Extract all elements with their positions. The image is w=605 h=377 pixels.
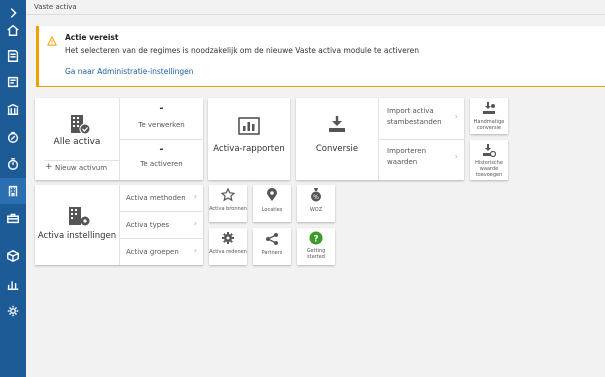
woz-tile[interactable]: % WOZ [297,185,335,222]
chevron-right-icon: › [454,112,458,121]
asset-types-label: Activa types [126,221,170,229]
locations-tile[interactable]: Locaties [253,185,291,222]
to-activate-tile[interactable]: - Te activeren [120,140,203,180]
conversion-tile[interactable]: Conversie [296,98,378,180]
manual-download-icon [483,102,495,114]
asset-settings-title: Activa instellingen [37,231,117,241]
gear-icon[interactable] [0,298,26,324]
to-process-tile[interactable]: - Te verwerken [120,98,203,139]
admin-settings-link[interactable]: Ga naar Administratie-instellingen [65,67,194,76]
assets-card: Alle activa + Nieuw activum - Te verwerk… [35,98,203,180]
chevron-right-icon: › [193,246,197,255]
alert-message: Het selecteren van de regimes is noodzak… [65,46,419,55]
chart-icon[interactable] [0,271,26,297]
chevron-right-icon: › [193,192,197,201]
cube-icon[interactable] [0,243,26,269]
cog-icon [222,232,234,244]
woz-label: WOZ [309,207,323,213]
main-content: Vaste activa Actie vereist Het selectere… [26,0,605,377]
percent-icon[interactable] [0,124,26,150]
asset-settings-tile[interactable]: Activa instellingen [35,185,119,265]
to-process-count: - [159,103,164,114]
getting-started-label: Getting started [306,248,326,260]
asset-methods-label: Activa methoden [126,194,186,202]
import-values-label: Importeren waarden [387,147,427,166]
asset-sources-tile[interactable]: Activa bronnen [209,185,247,222]
asset-reports-title: Activa-rapporten [213,144,285,154]
building-gear-icon [69,207,90,226]
help-icon: ? [309,231,323,245]
bank-icon[interactable] [0,96,26,122]
conversion-card: Conversie Import activa stambestanden › … [296,98,464,180]
report-chart-icon [238,117,260,135]
header-divider [26,14,605,15]
getting-started-tile[interactable]: ? Getting started [297,228,335,265]
import-base-files-label: Import activa stambestanden [387,107,442,126]
asset-methods-item[interactable]: Activa methoden › [120,185,203,211]
new-asset-label: Nieuw activum [55,164,108,172]
share-icon [266,233,278,245]
plus-icon: + [45,162,53,172]
chevron-right-icon: › [454,152,458,161]
partners-tile[interactable]: Partners [253,228,291,265]
manual-conversion-tile[interactable]: Handmatige conversie [470,98,508,134]
breadcrumb[interactable]: Vaste activa [34,3,77,11]
asset-groups-label: Activa groepen [126,248,179,256]
to-activate-count: - [159,144,164,155]
map-pin-icon [267,188,277,201]
manual-conversion-label: Handmatige conversie [473,119,505,131]
building-icon[interactable] [0,178,26,204]
toolbox-icon[interactable] [0,205,26,231]
alert-title: Actie vereist [65,33,119,42]
chevron-right-icon: › [193,219,197,228]
money-bag-icon: % [311,188,321,202]
invoice-icon[interactable] [0,69,26,95]
import-base-files-item[interactable]: Import activa stambestanden › [379,98,464,139]
asset-reasons-label: Activa redenen [209,249,247,255]
home-icon[interactable] [0,17,26,43]
svg-text:%: % [313,194,319,201]
history-value-tile[interactable]: Historische waarde toevoegen [470,140,508,180]
to-activate-label: Te activeren [140,160,183,168]
asset-reasons-tile[interactable]: Activa redenen [209,228,247,265]
action-required-alert: Actie vereist Het selecteren van de regi… [36,26,605,87]
svg-text:?: ? [313,234,318,244]
star-icon [221,188,235,202]
asset-reports-tile[interactable]: Activa-rapporten [208,98,290,180]
asset-sources-label: Activa bronnen [209,206,247,212]
stopwatch-icon[interactable] [0,151,26,177]
all-assets-title: Alle activa [53,137,101,147]
to-process-label: Te verwerken [138,121,185,129]
divider [45,160,119,161]
history-download-icon [483,144,496,157]
asset-types-item[interactable]: Activa types › [120,212,203,238]
warning-icon [47,31,57,46]
history-value-label: Historische waarde toevoegen [475,160,503,178]
conversion-title: Conversie [315,144,359,154]
import-values-item[interactable]: Importeren waarden › [379,140,464,180]
all-assets-tile[interactable]: Alle activa [35,98,119,160]
building-check-icon [71,115,91,135]
left-nav-rail [0,0,26,377]
asset-groups-item[interactable]: Activa groepen › [120,239,203,265]
document-icon[interactable] [0,43,26,69]
locations-label: Locaties [261,207,283,213]
settings-card: Activa instellingen Activa methoden › Ac… [35,185,203,265]
partners-label: Partners [261,250,283,256]
download-icon [329,116,345,132]
